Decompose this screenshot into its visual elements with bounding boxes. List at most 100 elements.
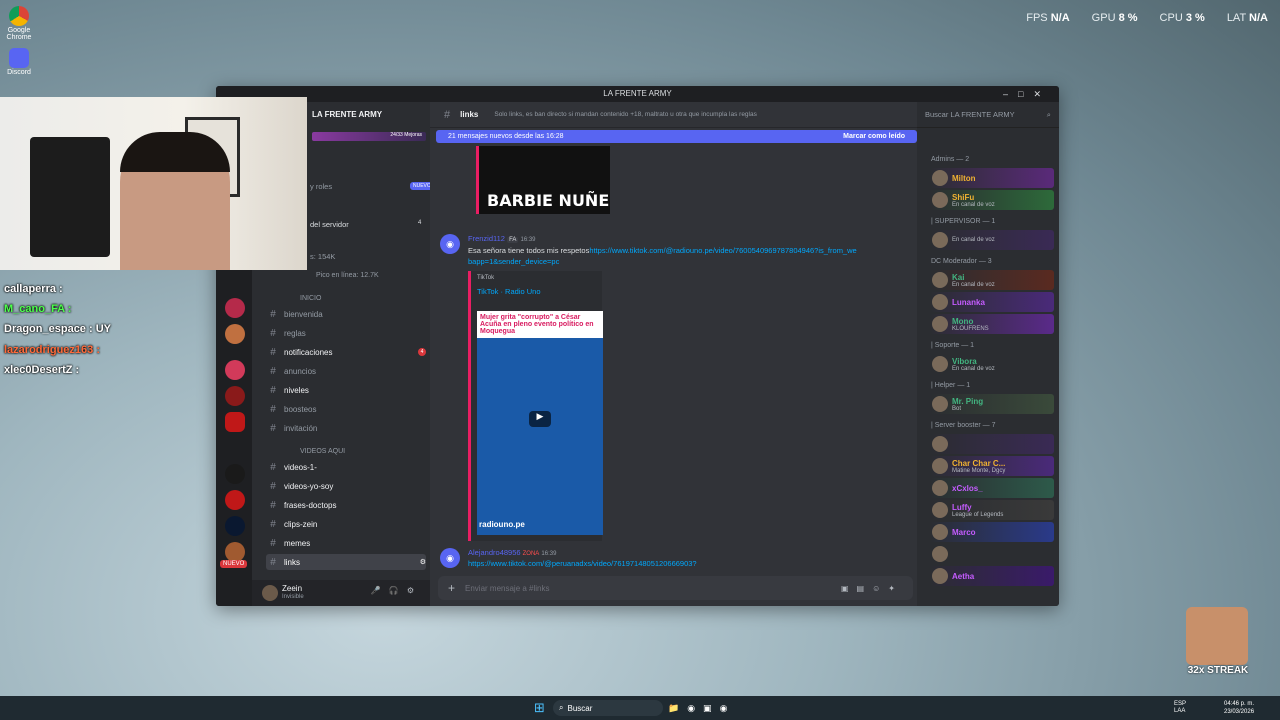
server-icon[interactable]	[225, 324, 245, 344]
message-author[interactable]: Alejandro48956	[468, 548, 521, 557]
member-item[interactable]: Char Char C... Matine Monte, Dgcy	[930, 456, 1054, 476]
taskbar-search[interactable]: ⌕ Buscar	[553, 700, 663, 716]
category-inicio[interactable]: INICIO	[300, 295, 321, 302]
channel-topic: Solo links, es ban directo si mandan con…	[494, 111, 757, 118]
channel-invitacion[interactable]: # invitación	[266, 420, 426, 436]
member-item[interactable]: xCxlos_	[930, 478, 1054, 498]
channel-links[interactable]: # links ⚙	[266, 554, 426, 570]
server-icon[interactable]	[225, 412, 245, 432]
member-role-header: | SUPERVISOR — 1	[931, 218, 996, 225]
hash-icon: #	[444, 108, 451, 121]
windows-start-icon[interactable]: ⊞	[534, 700, 545, 716]
channel-anuncios[interactable]: # anuncios	[266, 363, 426, 379]
embed-caption: Mujer grita "corrupto" a César Acuña en …	[477, 311, 603, 338]
window-controls[interactable]: –□✕	[1003, 86, 1051, 102]
message-link[interactable]: https://www.tiktok.com/@peruanadxs/video…	[468, 559, 697, 568]
server-icon[interactable]	[225, 516, 245, 536]
embed-footer: radiouno.pe	[479, 520, 525, 529]
member-role-header: DC Moderador — 3	[931, 258, 992, 265]
user-controls[interactable]: 🎤🎧⚙	[371, 586, 422, 595]
avatar	[932, 294, 948, 310]
server-icon[interactable]	[225, 360, 245, 380]
discord-avatar-icon[interactable]: ◉	[440, 234, 460, 254]
channel-notificaciones[interactable]: # notificaciones 4	[266, 344, 426, 360]
new-messages-banner[interactable]: 21 mensajes nuevos desde las 16:28 Marca…	[436, 130, 917, 143]
member-name: xCxlos_	[952, 483, 983, 493]
embed-title[interactable]: TikTok · Radio Uno	[477, 287, 541, 296]
avatar	[932, 192, 948, 208]
boost-progress: 24/33 Mejoras	[312, 132, 426, 141]
member-item[interactable]: Kai En canal de voz	[930, 270, 1054, 290]
chrome-icon	[9, 6, 29, 26]
menu-item-server-guide[interactable]: del servidor	[310, 220, 349, 229]
desktop-icon-chrome[interactable]: Google Chrome	[4, 6, 34, 41]
channel-videos-yo-soy[interactable]: # videos-yo-soy	[266, 478, 426, 494]
channel-bienvenida[interactable]: # bienvenida	[266, 306, 426, 322]
message-input[interactable]: + Enviar mensaje a #links ▣▤☺✦	[438, 576, 913, 600]
server-name[interactable]: LA FRENTE ARMY	[312, 110, 382, 119]
channel-reglas[interactable]: # reglas	[266, 325, 426, 341]
member-status: En canal de voz	[952, 237, 995, 243]
taskbar-apps[interactable]: 📁◉▣◉	[668, 703, 735, 714]
server-icon[interactable]	[225, 542, 245, 562]
channel-settings-icon[interactable]: ⚙	[420, 558, 426, 566]
user-panel: Zeein Invisible 🎤🎧⚙	[252, 580, 430, 606]
member-item[interactable]: Lunanka	[930, 292, 1054, 312]
channel-videos-1[interactable]: # videos-1-	[266, 459, 426, 475]
member-item[interactable]: ShiFu En canal de voz	[930, 190, 1054, 210]
channel-clips-zein[interactable]: # clips-zein	[266, 516, 426, 532]
avatar	[932, 524, 948, 540]
member-name: ShiFu	[952, 192, 975, 202]
member-name: Marco	[952, 527, 976, 537]
member-item[interactable]: Mr. Ping Bot	[930, 394, 1054, 414]
video-thumbnail[interactable]: Mujer grita "corrupto" a César Acuña en …	[477, 311, 603, 535]
previous-image-embed[interactable]: BARBIE NUÑE	[476, 146, 610, 214]
badge-count: 4	[418, 220, 422, 226]
avatar[interactable]	[262, 585, 278, 601]
hash-icon: #	[270, 480, 276, 492]
embed-site: TikTok	[477, 275, 495, 281]
language-indicator[interactable]: ESP LAA	[1174, 701, 1186, 715]
channel-niveles[interactable]: # niveles	[266, 382, 426, 398]
avatar	[932, 170, 948, 186]
discord-avatar-icon[interactable]: ◉	[440, 548, 460, 568]
message: ◉ Frenzid112 FA 16:39 Esa señora tiene t…	[440, 234, 858, 541]
hash-icon: #	[270, 384, 276, 396]
member-status: En canal de voz	[952, 281, 995, 288]
member-item[interactable]	[930, 544, 1054, 564]
member-role-header: | Server booster — 7	[931, 422, 996, 429]
stream-chat-line: lazarodriguez163 :	[4, 344, 100, 356]
member-item[interactable]: Milton	[930, 168, 1054, 188]
server-icon[interactable]	[225, 298, 245, 318]
message: ◉ Alejandro48956 ZONA 16:39 https://www.…	[440, 548, 697, 568]
category-videos[interactable]: VIDEOS AQUI	[300, 448, 345, 455]
clock[interactable]: 04:46 p. m. 23/03/2026	[1224, 700, 1254, 716]
hash-icon: #	[270, 308, 276, 320]
member-search[interactable]: Buscar LA FRENTE ARMY ⌕	[917, 102, 1059, 128]
member-item[interactable]: Marco	[930, 522, 1054, 542]
hash-icon: #	[270, 499, 276, 511]
role-tag: ZONA	[522, 551, 540, 557]
channel-boosteos[interactable]: # boosteos	[266, 401, 426, 417]
member-item[interactable]: En canal de voz	[930, 230, 1054, 250]
tiktok-embed[interactable]: TikTok TikTok · Radio Uno Mujer grita "c…	[468, 271, 603, 541]
server-icon[interactable]	[225, 386, 245, 406]
member-item[interactable]: Aetha	[930, 566, 1054, 586]
menu-item-roles[interactable]: y roles	[310, 182, 332, 191]
desktop-icon-discord[interactable]: Discord	[4, 48, 34, 76]
member-item[interactable]: Vibora En canal de voz	[930, 354, 1054, 374]
user-status: Invisible	[282, 594, 304, 600]
mark-as-read-button[interactable]: Marcar como leído	[843, 133, 905, 140]
plus-icon[interactable]: +	[448, 581, 455, 595]
member-item[interactable]: Luffy League of Legends	[930, 500, 1054, 520]
member-item[interactable]	[930, 434, 1054, 454]
member-item[interactable]: Mono KLOUFRENS	[930, 314, 1054, 334]
channel-memes[interactable]: # memes	[266, 535, 426, 551]
member-name: Lunanka	[952, 297, 985, 307]
server-icon[interactable]	[225, 490, 245, 510]
message-author[interactable]: Frenzid112	[468, 234, 505, 243]
play-icon[interactable]: ▶	[529, 411, 551, 427]
channel-frases-doctops[interactable]: # frases-doctops	[266, 497, 426, 513]
input-tools-icon[interactable]: ▣▤☺✦	[841, 584, 903, 593]
server-icon[interactable]	[225, 464, 245, 484]
